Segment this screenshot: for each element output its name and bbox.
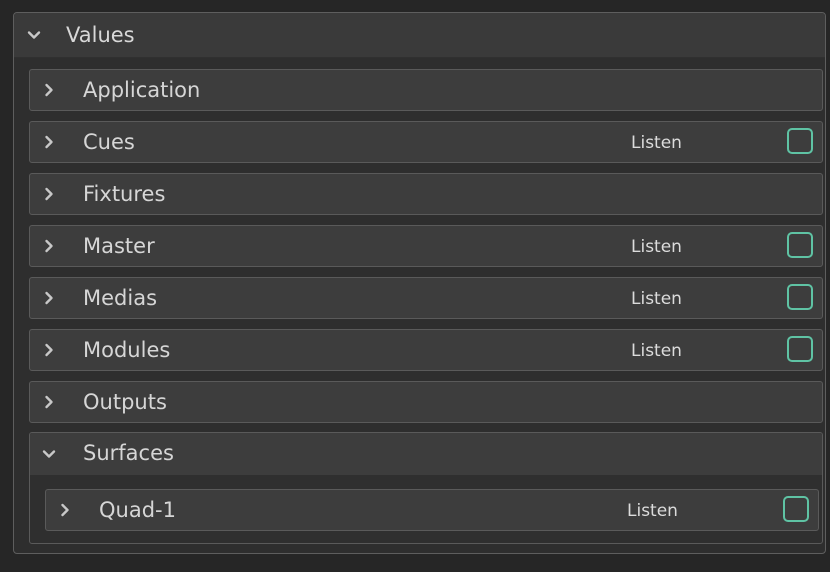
- listen-checkbox[interactable]: [783, 496, 809, 522]
- section-label: Modules: [83, 338, 171, 362]
- section-cues[interactable]: Cues Listen: [29, 121, 823, 163]
- section-surfaces-header[interactable]: Surfaces: [30, 433, 822, 475]
- listen-label: Listen: [631, 237, 682, 257]
- surface-label: Quad-1: [99, 498, 176, 522]
- listen-label: Listen: [627, 501, 678, 521]
- section-label: Fixtures: [83, 182, 166, 206]
- section-label: Medias: [83, 286, 158, 310]
- chevron-down-icon[interactable]: [42, 447, 56, 461]
- chevron-down-icon[interactable]: [27, 28, 41, 42]
- listen-checkbox[interactable]: [787, 284, 813, 310]
- section-master[interactable]: Master Listen: [29, 225, 823, 267]
- section-modules[interactable]: Modules Listen: [29, 329, 823, 371]
- listen-checkbox[interactable]: [787, 232, 813, 258]
- section-application[interactable]: Application: [29, 69, 823, 111]
- surface-quad-1[interactable]: Quad-1 Listen: [45, 489, 819, 531]
- section-label: Outputs: [83, 390, 167, 414]
- chevron-right-icon[interactable]: [42, 135, 56, 149]
- section-label: Master: [83, 234, 155, 258]
- section-surfaces: Surfaces Quad-1 Listen: [29, 432, 823, 544]
- listen-checkbox[interactable]: [787, 336, 813, 362]
- values-panel-header[interactable]: Values: [14, 13, 825, 58]
- section-medias[interactable]: Medias Listen: [29, 277, 823, 319]
- chevron-right-icon[interactable]: [42, 83, 56, 97]
- listen-label: Listen: [631, 289, 682, 309]
- section-label: Application: [83, 78, 201, 102]
- section-label: Cues: [83, 130, 135, 154]
- listen-label: Listen: [631, 133, 682, 153]
- section-fixtures[interactable]: Fixtures: [29, 173, 823, 215]
- chevron-right-icon[interactable]: [42, 395, 56, 409]
- chevron-right-icon[interactable]: [42, 343, 56, 357]
- section-label: Surfaces: [83, 441, 174, 465]
- chevron-right-icon[interactable]: [58, 503, 72, 517]
- chevron-right-icon[interactable]: [42, 187, 56, 201]
- chevron-right-icon[interactable]: [42, 291, 56, 305]
- section-outputs[interactable]: Outputs: [29, 381, 823, 423]
- values-panel-title: Values: [66, 23, 135, 47]
- chevron-right-icon[interactable]: [42, 239, 56, 253]
- listen-checkbox[interactable]: [787, 128, 813, 154]
- listen-label: Listen: [631, 341, 682, 361]
- values-panel: Values Application Cues Listen Fixtures …: [13, 12, 826, 554]
